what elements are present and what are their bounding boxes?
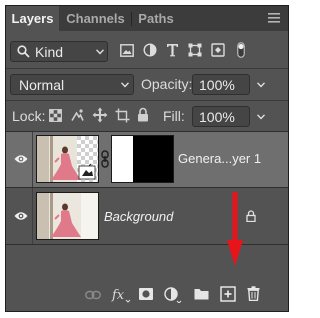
fill-chevron-icon[interactable] xyxy=(257,114,265,120)
divider xyxy=(6,68,288,69)
layer-row-background[interactable]: Background xyxy=(6,188,288,244)
opacity-field[interactable]: 100% xyxy=(192,74,250,95)
svg-text:fx: fx xyxy=(111,288,125,303)
layer-thumbnail-image xyxy=(37,136,98,182)
layer-name[interactable]: Background xyxy=(104,209,173,224)
layer-row-generative[interactable]: Genera...yer 1 xyxy=(6,132,288,187)
background-thumbnail[interactable] xyxy=(36,192,99,240)
panel-menu-icon[interactable] xyxy=(268,13,280,23)
red-arrow-annotation xyxy=(227,192,243,266)
lock-transparent-pixels-icon[interactable] xyxy=(49,109,62,122)
mask-icon[interactable] xyxy=(139,288,153,300)
fill-label: Fill: xyxy=(163,108,185,124)
lock-image-pixels-icon[interactable] xyxy=(70,108,85,123)
layer-filter-dropdown[interactable]: Kind xyxy=(10,41,108,62)
layers-panel: Layers Channels Paths Kind Normal Opacit… xyxy=(5,5,289,312)
blend-mode-dropdown[interactable]: Normal xyxy=(10,74,134,95)
mask-white-area xyxy=(112,136,133,182)
trash-icon[interactable] xyxy=(247,286,260,301)
filter-kind-label: Kind xyxy=(35,44,64,60)
group-folder-icon[interactable] xyxy=(194,288,209,300)
filter-toggle-icon[interactable] xyxy=(237,42,245,58)
fill-field[interactable]: 100% xyxy=(192,106,250,127)
lock-label: Lock: xyxy=(12,108,46,124)
layer-lock-icon[interactable] xyxy=(246,210,256,222)
visibility-eye-icon[interactable] xyxy=(14,154,28,164)
divider xyxy=(6,100,288,101)
divider xyxy=(32,188,33,244)
layer-thumbnail[interactable] xyxy=(36,135,99,183)
lock-artboard-icon[interactable] xyxy=(115,108,130,123)
chevron-down-icon xyxy=(96,49,104,55)
layer-name[interactable]: Genera...yer 1 xyxy=(178,151,261,166)
tab-channels[interactable]: Channels xyxy=(59,6,132,31)
adjustment-icon[interactable] xyxy=(164,287,182,303)
lock-all-icon[interactable] xyxy=(137,107,149,122)
link-icon[interactable] xyxy=(85,290,101,300)
mask-link-icon[interactable] xyxy=(101,150,109,168)
background-thumbnail-image xyxy=(37,193,98,239)
shape-layer-filter-icon[interactable] xyxy=(188,43,202,57)
blend-mode-value: Normal xyxy=(19,77,65,93)
fill-value: 100% xyxy=(199,109,235,125)
tab-paths[interactable]: Paths xyxy=(132,6,180,31)
fx-icon[interactable]: fx xyxy=(111,286,131,304)
smart-object-filter-icon[interactable] xyxy=(211,43,225,57)
visibility-eye-icon[interactable] xyxy=(14,211,28,221)
type-layer-filter-icon[interactable] xyxy=(166,43,179,57)
new-layer-icon[interactable] xyxy=(220,286,236,302)
divider xyxy=(32,132,33,187)
lock-position-icon[interactable] xyxy=(92,107,108,123)
opacity-chevron-icon[interactable] xyxy=(257,82,265,88)
layer-mask-thumbnail[interactable] xyxy=(111,135,174,183)
tab-layers[interactable]: Layers xyxy=(6,6,59,31)
panel-tab-bar: Layers Channels Paths xyxy=(6,6,288,31)
search-icon xyxy=(17,45,30,58)
chevron-down-icon xyxy=(121,82,129,88)
opacity-value: 100% xyxy=(199,77,235,93)
adjustment-layer-filter-icon[interactable] xyxy=(143,43,157,57)
divider xyxy=(6,244,288,245)
opacity-label: Opacity: xyxy=(141,76,193,92)
pixel-layer-filter-icon[interactable] xyxy=(120,44,134,57)
